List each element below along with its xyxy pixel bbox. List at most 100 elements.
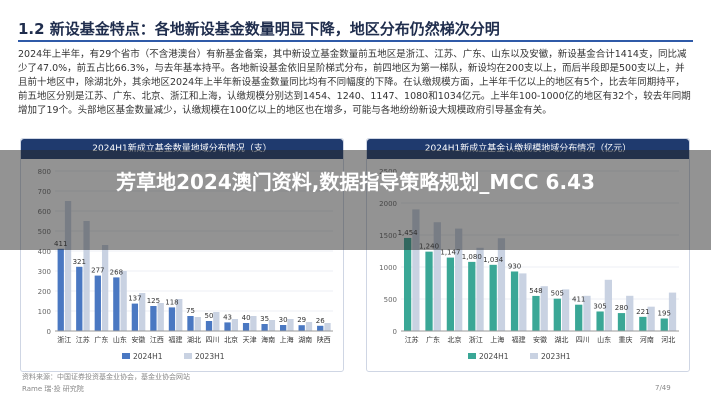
data-label: 137 [128,295,141,303]
bar-prior [324,323,331,331]
bar-prior [194,317,201,331]
legend-label: 2023H1 [541,352,571,361]
x-tick-label: 上海 [280,335,294,344]
bar-current [261,324,268,331]
bar-current [489,264,497,331]
bar-current [242,323,250,331]
page-number: 7/49 [655,384,671,392]
legend-swatch [468,353,476,359]
data-label: 118 [165,298,178,306]
data-label: 321 [73,258,86,266]
bar-current [510,271,519,331]
legend-label: 2023H1 [195,352,225,361]
bar-current [532,295,540,331]
x-tick-label: 广东 [94,335,108,344]
x-tick-label: 河南 [640,335,654,344]
x-tick-label: 江西 [150,336,164,344]
x-tick-label: 北京 [447,335,461,344]
bar-current [57,248,64,331]
x-tick-label: 重庆 [619,335,633,344]
legend-swatch [530,353,538,359]
data-label: 305 [593,302,606,310]
x-tick-label: 陕西 [317,335,331,344]
page-title: 1.2 新设基金特点：各地新设基金数量明显下降，地区分布仍然梯次分明 [18,20,500,38]
bar-current [617,313,626,331]
data-label: 26 [316,317,325,325]
bar-current [76,266,83,331]
data-label: 43 [223,313,232,321]
y-tick-label: 100 [38,308,51,316]
x-tick-label: 湖北 [187,335,201,344]
bar-current [168,307,176,331]
data-label: 1,034 [483,256,504,264]
bar-prior [231,319,238,331]
bar-current [639,316,647,331]
x-tick-label: 浙江 [57,335,71,344]
x-tick-label: 安徽 [533,335,547,344]
x-tick-label: 海南 [261,335,275,344]
bar-prior [305,322,313,331]
intro-paragraph: 2024年上半年，有29个省市（不含港澳台）有新基金备案，其中新设立基金数量前五… [18,49,691,116]
bar-prior [250,316,257,331]
bar-prior [101,245,109,331]
bar-current [446,257,455,331]
x-tick-label: 江苏 [405,335,419,344]
bar-current [150,306,157,331]
bar-current [113,277,120,331]
bar-current [403,237,412,331]
data-label: 125 [147,297,160,305]
data-label: 35 [260,315,269,323]
y-tick-label: 0 [47,328,51,336]
x-tick-label: 四川 [206,336,220,344]
x-tick-label: 安徽 [131,335,145,344]
bar-current [205,321,213,331]
bar-prior [626,295,634,331]
bar-current [187,316,194,331]
bar-prior [120,271,127,331]
x-tick-label: 河北 [661,336,675,344]
bar-prior [519,273,527,331]
legend-swatch [184,353,192,359]
bar-current [224,322,231,331]
bar-prior [287,319,294,331]
data-label: 221 [636,308,649,316]
x-tick-label: 福建 [168,335,182,344]
watermark-text: 芳草地2024澳门资料,数据指导策略规划_MCC 6.43 [116,170,595,194]
y-tick-label: 300 [38,268,51,276]
bar-current [298,325,305,331]
x-tick-label: 江苏 [76,335,90,344]
title-underline [18,40,693,42]
bar-current [94,275,101,331]
data-label: 30 [279,316,288,324]
bar-current [468,261,476,331]
x-tick-label: 湖南 [298,335,312,344]
y-tick-label: 500 [384,296,397,304]
data-label: 268 [110,268,123,276]
bar-prior [268,320,276,331]
bar-current [279,325,287,331]
data-label: 75 [186,307,195,315]
x-tick-label: 广东 [426,335,440,344]
bar-current [596,311,604,331]
y-tick-label: 1000 [379,264,397,272]
legend-label: 2024H1 [133,352,163,361]
data-label: 50 [205,312,214,320]
bar-current [425,251,433,331]
data-label: 411 [572,296,585,304]
legend-label: 2024H1 [479,352,509,361]
data-label: 280 [615,304,628,312]
data-label: 548 [529,287,542,295]
footer-brand: Rame 瑞·投 研究院 [22,385,84,393]
x-tick-label: 上海 [490,335,504,344]
data-label: 1,080 [462,253,482,261]
y-tick-label: 200 [38,288,51,296]
data-label: 195 [658,310,671,318]
bar-current [553,298,561,331]
data-label: 505 [551,290,564,298]
bar-current [660,318,668,331]
bar-current [131,303,139,331]
x-tick-label: 山东 [113,335,127,344]
x-tick-label: 山东 [597,335,611,344]
data-label: 930 [508,262,521,270]
data-label: 40 [242,314,251,322]
